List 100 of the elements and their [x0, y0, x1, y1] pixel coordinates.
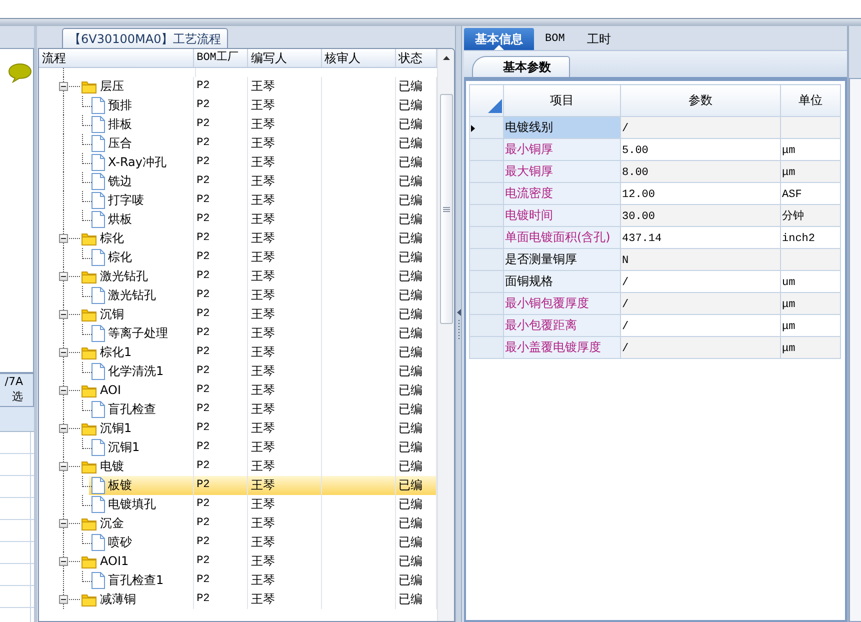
tree-row[interactable]: 烘板 P2 王琴 已编	[39, 210, 437, 229]
collapse-icon[interactable]	[59, 424, 68, 433]
collapse-icon[interactable]	[59, 519, 68, 528]
column-header[interactable]: 参数	[688, 93, 712, 107]
tree-item-label: 沉铜1	[100, 420, 132, 437]
tree-row[interactable]: 激光钻孔 P2 王琴 已编	[39, 286, 437, 305]
tree-row[interactable]: AOI1 P2 王琴 已编	[39, 552, 437, 571]
tree-row[interactable]: X-Ray冲孔 P2 王琴 已编	[39, 153, 437, 172]
table-cell: P2	[196, 213, 210, 225]
tree-row[interactable]: 激光钻孔 P2 王琴 已编	[39, 267, 437, 286]
tree-row[interactable]: 等离子处理 P2 王琴 已编	[39, 324, 437, 343]
table-cell: 王琴	[250, 155, 275, 169]
column-header[interactable]: 项目	[550, 93, 574, 107]
table-cell: P2	[196, 384, 210, 396]
folder-icon	[81, 232, 97, 246]
scrollbar[interactable]	[437, 49, 454, 621]
tab[interactable]: 工时	[576, 28, 622, 50]
tree-row[interactable]: 盲孔检查 P2 王琴 已编	[39, 400, 437, 419]
subtab[interactable]: 基本参数	[472, 56, 570, 77]
scroll-up-icon[interactable]	[442, 56, 450, 60]
column-header[interactable]: 单位	[798, 93, 822, 107]
collapse-icon[interactable]	[59, 348, 68, 357]
table-cell: P2	[196, 460, 210, 472]
folder-icon	[81, 516, 97, 530]
table-cell: P2	[196, 498, 210, 510]
table-cell: 王琴	[250, 231, 275, 245]
table-cell: 王琴	[250, 535, 275, 549]
collapse-icon[interactable]	[59, 272, 68, 281]
tree-item-label: 等离子处理	[108, 325, 168, 342]
table-cell: 30.00	[622, 211, 656, 223]
tree-row[interactable]: 预排 P2 王琴 已编	[39, 96, 437, 115]
table-cell: 已编	[398, 98, 423, 112]
tree-row[interactable]: 电镀填孔 P2 王琴 已编	[39, 495, 437, 514]
collapse-icon[interactable]	[59, 462, 68, 471]
table-cell: 王琴	[250, 497, 275, 511]
tree-row[interactable]: 棕化 P2 王琴 已编	[39, 229, 437, 248]
collapse-icon[interactable]	[59, 234, 68, 243]
tree-row[interactable]: AOI P2 王琴 已编	[39, 381, 437, 400]
tree-row[interactable]: 棕化 P2 王琴 已编	[39, 248, 437, 267]
table-cell: 已编	[398, 554, 423, 568]
column-label: 选	[12, 389, 23, 404]
table-cell: 王琴	[250, 554, 275, 568]
tree-row[interactable]: 减薄铜 P2 王琴 已编	[39, 590, 437, 609]
tree-item-label: 棕化1	[100, 344, 132, 361]
document-icon	[91, 496, 105, 513]
column-header[interactable]: 编写人	[248, 49, 322, 67]
tree-row[interactable]: 棕化1 P2 王琴 已编	[39, 343, 437, 362]
document-icon	[91, 572, 105, 589]
table-cell: 王琴	[250, 307, 275, 321]
table-cell: 已编	[398, 155, 423, 169]
collapse-icon[interactable]	[59, 595, 68, 604]
collapse-icon[interactable]	[59, 557, 68, 566]
table-cell: 最小铜包覆厚度	[505, 296, 589, 310]
table-cell: P2	[196, 175, 210, 187]
tree-row[interactable]: 压合 P2 王琴 已编	[39, 134, 437, 153]
tab[interactable]: BOM	[534, 28, 576, 50]
document-icon	[91, 173, 105, 190]
tree-row[interactable]: 排板 P2 王琴 已编	[39, 115, 437, 134]
table-cell: 王琴	[250, 174, 275, 188]
collapse-icon[interactable]	[59, 386, 68, 395]
tree-item-label: 沉金	[100, 515, 124, 532]
table-cell: P2	[196, 232, 210, 244]
corner-triangle-icon[interactable]	[488, 99, 502, 113]
splitter-bar[interactable]	[0, 18, 861, 26]
tree-item-label: 层压	[100, 78, 124, 95]
tree-row[interactable]: 打字唛 P2 王琴 已编	[39, 191, 437, 210]
collapse-icon[interactable]	[59, 310, 68, 319]
document-icon	[91, 97, 105, 114]
tree-row[interactable]: 喷砂 P2 王琴 已编	[39, 533, 437, 552]
table-cell: 已编	[398, 79, 423, 93]
tab[interactable]: 基本信息	[464, 28, 534, 50]
chat-bubble-icon[interactable]	[8, 63, 32, 83]
table-cell: 已编	[398, 174, 423, 188]
tree-row[interactable]: 沉铜1 P2 王琴 已编	[39, 438, 437, 457]
table-cell: /	[622, 321, 629, 333]
table-cell: 王琴	[250, 592, 275, 606]
tree-row[interactable]: 沉金 P2 王琴 已编	[39, 514, 437, 533]
column-header[interactable]: BOM工厂	[194, 49, 248, 67]
table-cell: P2	[196, 308, 210, 320]
document-icon	[91, 135, 105, 152]
table-cell: 已编	[398, 440, 423, 454]
collapse-icon[interactable]	[59, 82, 68, 91]
tree-row[interactable]: 化学清洗1 P2 王琴 已编	[39, 362, 437, 381]
document-icon	[91, 439, 105, 456]
table-cell: 已编	[398, 402, 423, 416]
tree-item-label: 烘板	[108, 211, 132, 228]
table-cell: 已编	[398, 250, 423, 264]
table-cell: 王琴	[250, 288, 275, 302]
column-header[interactable]: 核审人	[322, 49, 396, 67]
tree-row[interactable]: 盲孔检查1 P2 王琴 已编	[39, 571, 437, 590]
table-cell: P2	[196, 99, 210, 111]
tree-row[interactable]: 沉铜1 P2 王琴 已编	[39, 419, 437, 438]
document-icon	[91, 192, 105, 209]
tree-row[interactable]: 层压 P2 王琴 已编	[39, 77, 437, 96]
folder-icon	[81, 270, 97, 284]
tree-row[interactable]: 铣边 P2 王琴 已编	[39, 172, 437, 191]
table-cell: inch2	[782, 233, 816, 245]
column-header[interactable]: 流程	[39, 49, 194, 67]
table-cell: 王琴	[250, 345, 275, 359]
tree-row[interactable]: 沉铜 P2 王琴 已编	[39, 305, 437, 324]
